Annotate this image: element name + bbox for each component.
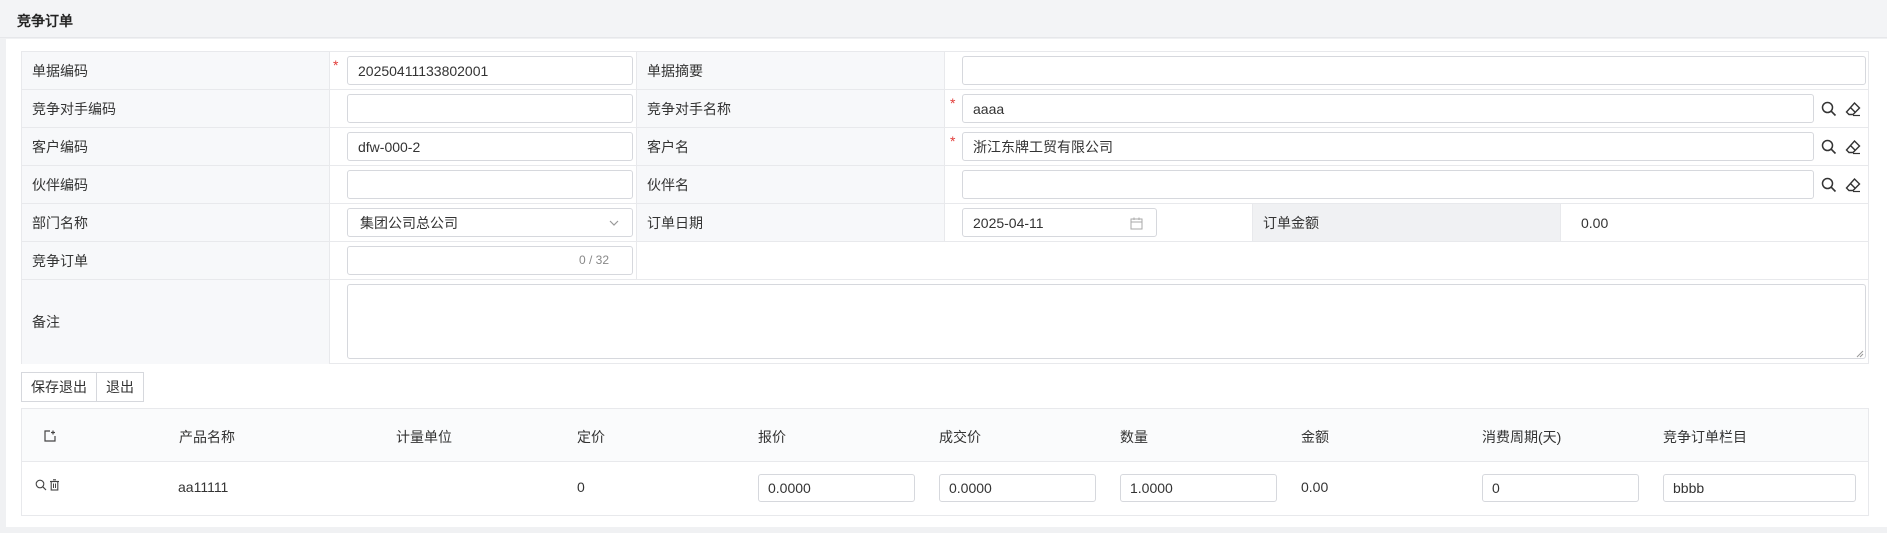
competitor-name-input[interactable]: aaaa [962,94,1814,123]
grid-header: 产品名称 计量单位 定价 报价 成交价 数量 金额 消费周期(天) 竞争订单栏目 [22,409,1868,462]
exit-button[interactable]: 退出 [97,372,144,402]
resize-handle-icon[interactable] [1855,349,1864,358]
doc-summary-cell [945,52,1870,89]
quote-input[interactable]: 0.0000 [758,474,915,502]
remark-label: 备注 [22,280,330,364]
char-counter: 0 / 32 [579,253,610,267]
form-row: 客户编码 dfw-000-2 客户名 * 浙江东牌工贸有限公司 [22,128,1868,166]
form-row: 部门名称 集团公司总公司 订单日期 2025-04-11 订单金额 0.00 [22,204,1868,242]
required-mark: * [950,95,956,111]
page-title: 竞争订单 [17,13,73,29]
doc-code-cell: * 20250411133802001 [330,52,637,89]
competitor-code-label: 竞争对手编码 [22,90,330,127]
dept-select[interactable]: 集团公司总公司 [347,208,633,237]
order-date-cell: 2025-04-11 [945,204,1253,241]
col-header: 消费周期(天) [1482,429,1562,445]
chevron-down-icon [608,217,620,229]
doc-code-label: 单据编码 [22,52,330,89]
product-name-cell: aa11111 [178,479,229,495]
order-amount-label: 订单金额 [1253,204,1561,241]
partner-code-label: 伙伴编码 [22,166,330,203]
col-header: 计量单位 [396,429,452,445]
quantity-input[interactable]: 1.0000 [1120,474,1277,502]
remark-cell [330,280,1870,364]
doc-summary-input[interactable] [962,56,1866,85]
search-icon[interactable] [1820,100,1838,118]
col-header: 金额 [1301,429,1329,445]
calendar-icon[interactable] [1129,216,1143,230]
form-row: 伙伴编码 伙伴名 [22,166,1868,204]
competitive-order-label: 竞争订单 [22,242,330,279]
col-header: 报价 [758,429,786,445]
partner-name-label: 伙伴名 [637,166,945,203]
eraser-icon[interactable] [1844,176,1862,194]
eraser-icon[interactable] [1844,100,1862,118]
col-header: 成交价 [939,429,981,445]
order-form: 单据编码 * 20250411133802001 单据摘要 竞争对手编码 竞争对… [21,51,1869,364]
remark-textarea[interactable] [347,284,1866,359]
order-amount-value: 0.00 [1581,214,1609,231]
search-icon[interactable] [34,478,47,491]
partner-code-cell [330,166,637,203]
list-price-cell: 0 [577,479,585,495]
customer-code-cell: dfw-000-2 [330,128,637,165]
eraser-icon[interactable] [1844,138,1862,156]
required-mark: * [333,57,339,73]
col-header: 产品名称 [179,429,235,445]
partner-name-input[interactable] [962,170,1814,199]
partner-name-cell [945,166,1870,203]
required-mark: * [950,133,956,149]
customer-code-input[interactable]: dfw-000-2 [347,132,633,161]
save-exit-button[interactable]: 保存退出 [21,372,97,402]
column-settings-icon[interactable] [44,430,56,442]
col-header: 竞争订单栏目 [1663,429,1747,445]
col-header: 数量 [1120,429,1148,445]
trash-icon[interactable] [48,478,60,491]
form-row: 竞争订单 0 / 32 [22,242,1868,280]
competitor-code-cell [330,90,637,127]
doc-summary-label: 单据摘要 [637,52,945,89]
customer-name-cell: * 浙江东牌工贸有限公司 [945,128,1870,165]
search-icon[interactable] [1820,138,1838,156]
deal-price-input[interactable]: 0.0000 [939,474,1096,502]
order-date-label: 订单日期 [637,204,945,241]
action-buttons: 保存退出 退出 [21,372,144,402]
title-bar: 竞争订单 [0,0,1887,38]
doc-code-input[interactable]: 20250411133802001 [347,56,633,85]
dept-name-label: 部门名称 [22,204,330,241]
customer-code-label: 客户编码 [22,128,330,165]
form-row: 单据编码 * 20250411133802001 单据摘要 [22,52,1868,90]
col-header: 定价 [577,429,605,445]
search-icon[interactable] [1820,176,1838,194]
partner-code-input[interactable] [347,170,633,199]
amount-cell: 0.00 [1301,479,1329,495]
form-row: 竞争对手编码 竞争对手名称 * aaaa [22,90,1868,128]
customer-name-label: 客户名 [637,128,945,165]
competitor-name-cell: * aaaa [945,90,1870,127]
form-row: 备注 [22,280,1868,364]
order-date-input[interactable]: 2025-04-11 [962,208,1157,237]
column-item-input[interactable]: bbbb [1663,474,1856,502]
competitive-order-cell: 0 / 32 [330,242,637,279]
customer-name-input[interactable]: 浙江东牌工贸有限公司 [962,132,1814,161]
dept-name-cell: 集团公司总公司 [330,204,637,241]
competitor-name-label: 竞争对手名称 [637,90,945,127]
competitor-code-input[interactable] [347,94,633,123]
cycle-days-input[interactable]: 0 [1482,474,1639,502]
